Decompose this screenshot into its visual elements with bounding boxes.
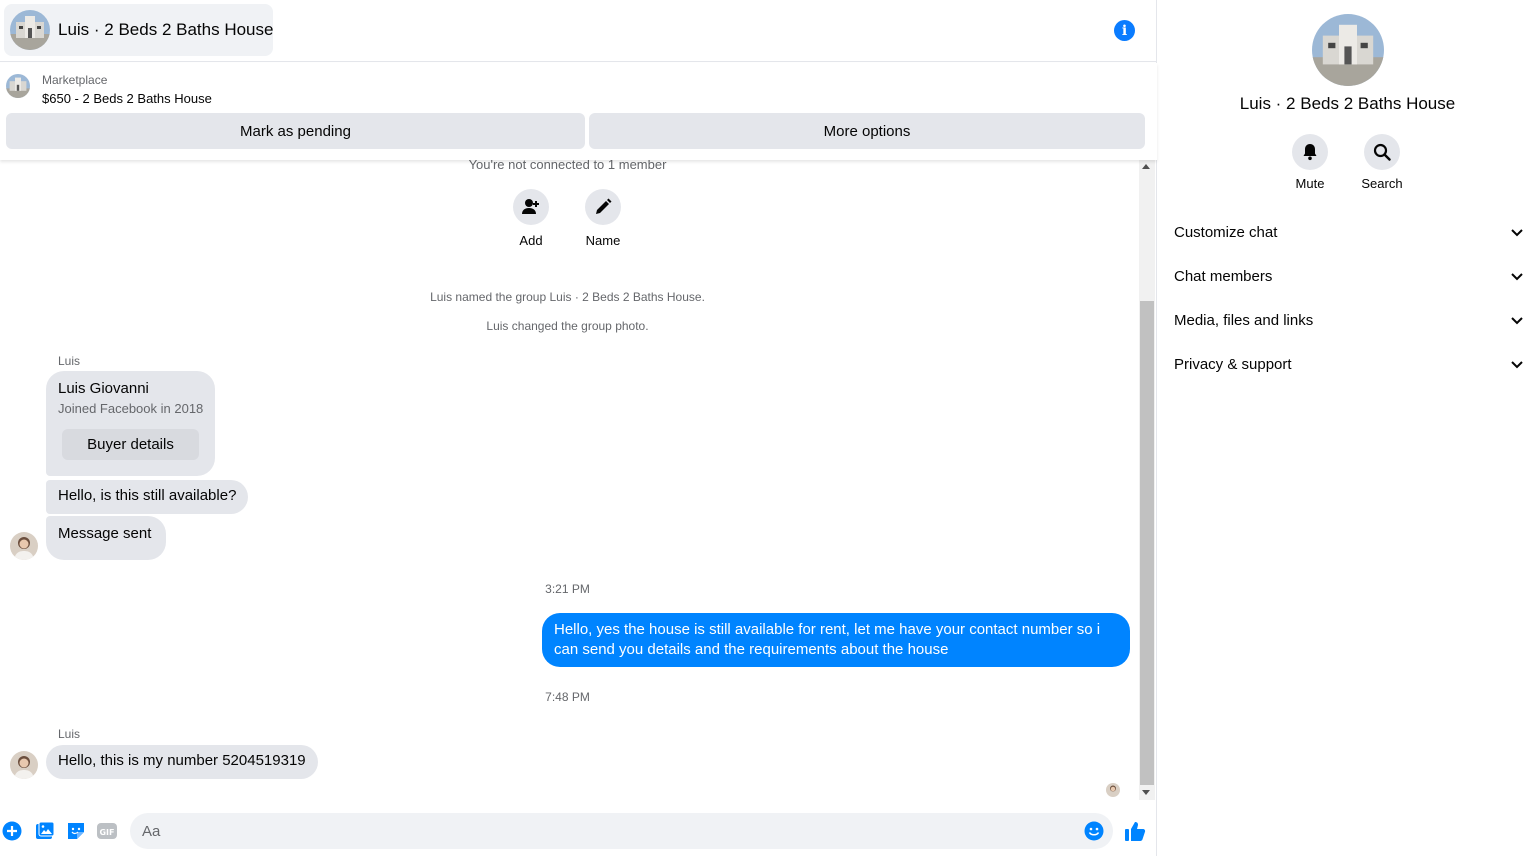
chat-pane: Luis · 2 Beds 2 Baths House i Marketplac… bbox=[0, 0, 1157, 856]
section-label: Media, files and links bbox=[1174, 311, 1314, 329]
search-action[interactable]: Search bbox=[1347, 134, 1417, 191]
name-group-action[interactable]: Name bbox=[573, 189, 633, 248]
conversation-info-pane: Luis · 2 Beds 2 Baths House Mute Search … bbox=[1158, 0, 1537, 856]
marketplace-label: Marketplace bbox=[42, 73, 108, 87]
chevron-down-icon bbox=[1511, 361, 1523, 369]
listing-title[interactable]: $650 - 2 Beds 2 Baths House bbox=[42, 91, 212, 106]
name-label: Name bbox=[585, 233, 621, 248]
chat-title: Luis · 2 Beds 2 Baths House bbox=[58, 20, 274, 39]
plus-icon[interactable] bbox=[2, 821, 22, 841]
chevron-down-icon bbox=[1511, 317, 1523, 325]
mute-label: Mute bbox=[1295, 176, 1325, 191]
more-options-button[interactable]: More options bbox=[589, 113, 1145, 149]
message-bubble-outgoing[interactable]: Hello, yes the house is still available … bbox=[542, 613, 1130, 667]
chat-title-button[interactable]: Luis · 2 Beds 2 Baths House bbox=[4, 4, 273, 56]
system-note: Luis named the group Luis · 2 Beds 2 Bat… bbox=[430, 290, 705, 304]
message-list[interactable]: You're not connected to 1 member Add Nam… bbox=[0, 160, 1157, 800]
section-label: Privacy & support bbox=[1174, 355, 1292, 373]
gif-icon[interactable]: GIF bbox=[97, 821, 117, 841]
like-icon[interactable] bbox=[1124, 820, 1146, 842]
sticker-icon[interactable] bbox=[66, 821, 86, 841]
composer: GIF bbox=[0, 800, 1157, 856]
add-member-action[interactable]: Add bbox=[501, 189, 561, 248]
timestamp: 7:48 PM bbox=[545, 690, 590, 704]
buyer-profile-card: Luis Giovanni Joined Facebook in 2018 Bu… bbox=[46, 371, 215, 476]
section-label: Customize chat bbox=[1174, 223, 1278, 241]
message-bubble[interactable]: Hello, is this still available? bbox=[46, 480, 249, 514]
add-person-icon bbox=[522, 199, 539, 214]
bell-icon bbox=[1303, 144, 1317, 161]
group-photo[interactable] bbox=[1312, 14, 1384, 86]
not-connected-note: You're not connected to 1 member bbox=[468, 160, 667, 172]
chevron-down-icon bbox=[1511, 229, 1523, 237]
section-media-files-links[interactable]: Media, files and links bbox=[1174, 306, 1524, 334]
group-name: Luis · 2 Beds 2 Baths House bbox=[1239, 94, 1456, 113]
avatar[interactable] bbox=[10, 532, 38, 560]
timestamp: 3:21 PM bbox=[545, 582, 590, 596]
section-chat-members[interactable]: Chat members bbox=[1174, 262, 1524, 290]
message-bubble[interactable]: Hello, this is my number 5204519319 bbox=[46, 745, 318, 779]
chat-header: Luis · 2 Beds 2 Baths House i bbox=[0, 0, 1157, 62]
mute-action[interactable]: Mute bbox=[1275, 134, 1345, 191]
buyer-details-button[interactable]: Buyer details bbox=[62, 429, 199, 460]
add-label: Add bbox=[519, 233, 543, 248]
scroll-up-arrow-icon[interactable] bbox=[1142, 164, 1150, 169]
buyer-joined: Joined Facebook in 2018 bbox=[58, 401, 204, 416]
listing-thumbnail[interactable] bbox=[6, 74, 30, 98]
sender-name: Luis bbox=[58, 727, 81, 741]
system-note: Luis changed the group photo. bbox=[486, 319, 649, 333]
message-input[interactable] bbox=[142, 813, 1072, 849]
message-bubble[interactable]: Message sent bbox=[46, 516, 166, 560]
sender-name: Luis bbox=[58, 354, 81, 368]
image-icon[interactable] bbox=[35, 821, 55, 841]
scroll-down-arrow-icon[interactable] bbox=[1142, 790, 1150, 795]
section-label: Chat members bbox=[1174, 267, 1273, 285]
section-customize-chat[interactable]: Customize chat bbox=[1174, 218, 1524, 246]
search-icon bbox=[1373, 143, 1391, 161]
marketplace-bar: Marketplace $650 - 2 Beds 2 Baths House … bbox=[0, 63, 1157, 160]
message-input-box[interactable] bbox=[130, 813, 1113, 849]
buyer-name[interactable]: Luis Giovanni bbox=[58, 380, 149, 397]
group-avatar bbox=[10, 10, 50, 50]
avatar[interactable] bbox=[10, 751, 38, 779]
emoji-icon[interactable] bbox=[1084, 821, 1104, 841]
scrollbar-thumb[interactable] bbox=[1140, 301, 1154, 785]
search-label: Search bbox=[1361, 176, 1403, 191]
info-icon[interactable]: i bbox=[1114, 20, 1135, 41]
mark-pending-button[interactable]: Mark as pending bbox=[6, 113, 585, 149]
section-privacy-support[interactable]: Privacy & support bbox=[1174, 350, 1524, 378]
pencil-icon bbox=[596, 198, 612, 214]
messenger-window: Luis · 2 Beds 2 Baths House i Marketplac… bbox=[0, 0, 1537, 856]
chevron-down-icon bbox=[1511, 273, 1523, 281]
read-receipt-avatar bbox=[1106, 783, 1120, 797]
svg-text:GIF: GIF bbox=[99, 828, 114, 837]
